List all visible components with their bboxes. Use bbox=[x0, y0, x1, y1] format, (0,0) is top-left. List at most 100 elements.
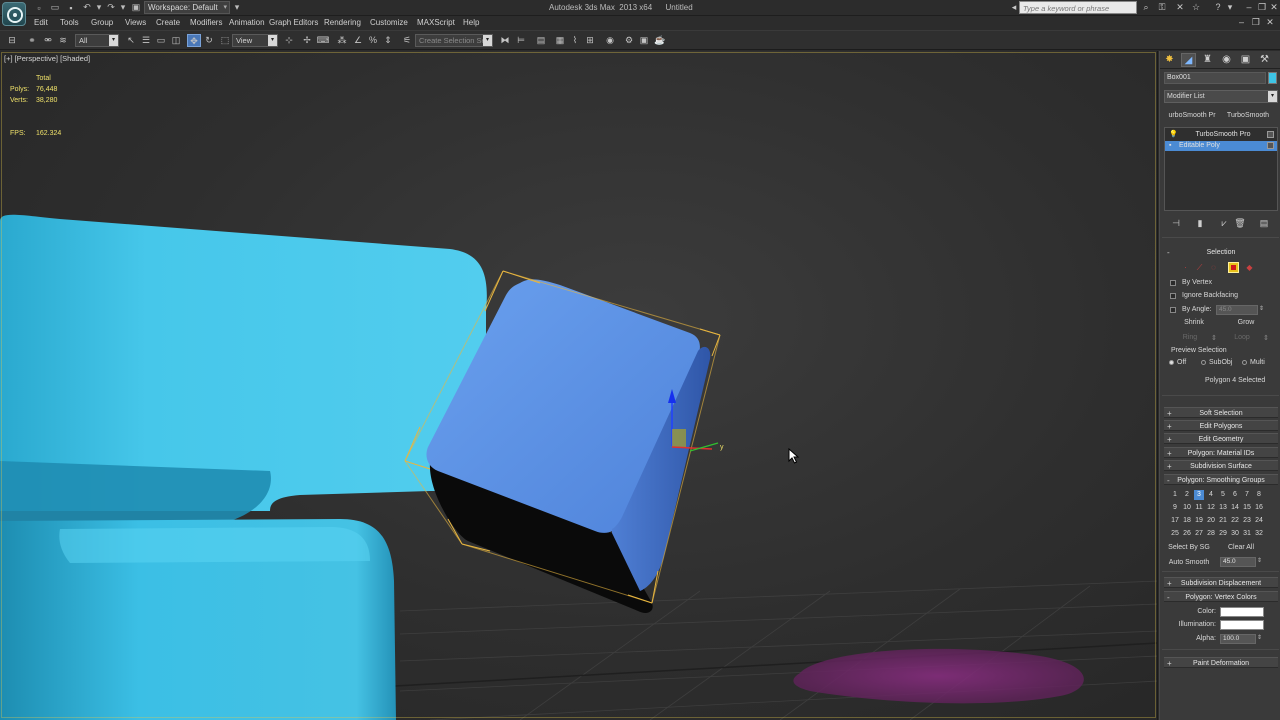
restore-icon[interactable]: ❐ bbox=[1250, 17, 1262, 28]
menu-views[interactable]: Views bbox=[125, 18, 146, 27]
menu-modifiers[interactable]: Modifiers bbox=[190, 18, 222, 27]
smoothing-group-5[interactable]: 5 bbox=[1218, 490, 1228, 500]
viewport-label-menu[interactable]: [+] [Perspective] [Shaded] bbox=[4, 54, 90, 63]
help-icon[interactable]: ? bbox=[1212, 2, 1224, 13]
element-mode-icon[interactable]: ◆ bbox=[1244, 262, 1255, 273]
menu-create[interactable]: Create bbox=[156, 18, 180, 27]
lightbulb-icon[interactable]: 💡 bbox=[1169, 130, 1178, 140]
rollout-soft-selection[interactable]: + Soft Selection bbox=[1164, 407, 1278, 418]
edge-mode-icon[interactable]: ⟋ bbox=[1194, 262, 1205, 273]
named-selection-sets-dropdown[interactable]: Create Selection Se ▾ bbox=[415, 34, 493, 47]
rectangular-selection-icon[interactable]: ▭ bbox=[154, 34, 168, 47]
auto-smooth-spinner[interactable]: 45.0 ⇕ bbox=[1220, 557, 1262, 567]
favorites-star-icon[interactable]: ☆ bbox=[1190, 2, 1202, 13]
redo-dropdown-icon[interactable]: ▾ bbox=[117, 2, 129, 13]
pivot-point-center-icon[interactable]: ⊹ bbox=[282, 34, 296, 47]
smoothing-group-2[interactable]: 2 bbox=[1182, 490, 1192, 500]
select-by-name-icon[interactable]: ☰ bbox=[139, 34, 153, 47]
turbosmooth-pro-button[interactable]: urboSmooth Pr bbox=[1164, 109, 1220, 122]
object-color-swatch[interactable] bbox=[1268, 72, 1277, 84]
undo-icon[interactable]: ↶ bbox=[81, 2, 93, 13]
toolbar-grip-icon[interactable]: ⊟ bbox=[5, 34, 19, 47]
spinner-snap-icon[interactable]: ⇕ bbox=[381, 34, 395, 47]
communication-center-icon[interactable]: ✕ bbox=[1174, 2, 1186, 13]
smoothing-group-28[interactable]: 28 bbox=[1206, 529, 1216, 539]
undo-dropdown-icon[interactable]: ▾ bbox=[93, 2, 105, 13]
smoothing-group-6[interactable]: 6 bbox=[1230, 490, 1240, 500]
make-unique-icon[interactable]: ⩗ bbox=[1218, 217, 1230, 229]
motion-tab-icon[interactable]: ◉ bbox=[1219, 53, 1234, 67]
menu-help[interactable]: Help bbox=[463, 18, 479, 27]
smoothing-group-25[interactable]: 25 bbox=[1170, 529, 1180, 539]
app-menu-button[interactable] bbox=[2, 2, 26, 26]
loop-button[interactable]: Loop bbox=[1224, 332, 1260, 343]
render-setup-icon[interactable]: ⚙ bbox=[622, 34, 636, 47]
rollout-edit-geometry[interactable]: + Edit Geometry bbox=[1164, 433, 1278, 444]
spinner-arrows-icon[interactable]: ⇕ bbox=[1257, 634, 1262, 642]
mirror-icon[interactable]: ⧓ bbox=[498, 34, 512, 47]
smoothing-group-15[interactable]: 15 bbox=[1242, 503, 1252, 513]
utilities-tab-icon[interactable]: ⚒ bbox=[1257, 53, 1272, 67]
preview-multi-radio[interactable]: Multi bbox=[1242, 358, 1265, 368]
help-dropdown-icon[interactable]: ▾ bbox=[1224, 2, 1236, 13]
auto-smooth-button[interactable]: Auto Smooth bbox=[1168, 557, 1210, 568]
menu-tools[interactable]: Tools bbox=[60, 18, 79, 27]
smoothing-group-11[interactable]: 11 bbox=[1194, 503, 1204, 513]
smoothing-group-17[interactable]: 17 bbox=[1170, 516, 1180, 526]
unlink-selection-icon[interactable]: ⚮ bbox=[41, 34, 55, 47]
stack-item-editable-poly[interactable]: ▪ Editable Poly bbox=[1165, 141, 1277, 151]
smoothing-group-19[interactable]: 19 bbox=[1194, 516, 1204, 526]
preview-off-radio[interactable]: Off bbox=[1169, 358, 1186, 368]
smoothing-group-23[interactable]: 23 bbox=[1242, 516, 1252, 526]
rollout-subdivision-displacement[interactable]: + Subdivision Displacement bbox=[1164, 577, 1278, 588]
smoothing-group-10[interactable]: 10 bbox=[1182, 503, 1192, 513]
select-by-sg-button[interactable]: Select By SG bbox=[1168, 542, 1210, 553]
schematic-view-icon[interactable]: ⊞ bbox=[583, 34, 597, 47]
curve-editor-icon[interactable]: ⌇ bbox=[568, 34, 582, 47]
smoothing-group-9[interactable]: 9 bbox=[1170, 503, 1180, 513]
keyboard-shortcut-override-icon[interactable]: ⌨ bbox=[316, 34, 330, 47]
restore-icon[interactable]: ❐ bbox=[1256, 2, 1268, 13]
smoothing-group-8[interactable]: 8 bbox=[1254, 490, 1264, 500]
ring-spinner-icon[interactable]: ⇕ bbox=[1211, 334, 1217, 342]
smoothing-group-21[interactable]: 21 bbox=[1218, 516, 1228, 526]
close-icon[interactable]: ✕ bbox=[1264, 17, 1276, 28]
smoothing-group-14[interactable]: 14 bbox=[1230, 503, 1240, 513]
search-icon[interactable]: ⌕ bbox=[1140, 2, 1152, 13]
menu-graph-editors[interactable]: Graph Editors bbox=[269, 18, 318, 27]
project-folder-icon[interactable]: ▣ bbox=[130, 2, 142, 13]
rollout-edit-polygons[interactable]: + Edit Polygons bbox=[1164, 420, 1278, 431]
subscription-center-icon[interactable]: ⚿ bbox=[1156, 2, 1168, 13]
by-angle-spinner[interactable]: 45.0 ⇕ bbox=[1216, 305, 1264, 315]
perspective-viewport[interactable]: y [+] [Perspective] [Shaded] Total Polys… bbox=[0, 51, 1158, 720]
close-icon[interactable]: ✕ bbox=[1268, 2, 1280, 13]
stack-item-turbosmooth-pro[interactable]: 💡 TurboSmooth Pro bbox=[1165, 130, 1277, 140]
menu-maxscript[interactable]: MAXScript bbox=[417, 18, 455, 27]
modify-tab-icon[interactable]: ◢ bbox=[1181, 53, 1196, 67]
minimize-icon[interactable]: – bbox=[1243, 2, 1255, 13]
modifier-list-dropdown[interactable]: Modifier List ▾ bbox=[1164, 90, 1278, 103]
smoothing-group-16[interactable]: 16 bbox=[1254, 503, 1264, 513]
display-tab-icon[interactable]: ▣ bbox=[1238, 53, 1253, 67]
select-object-icon[interactable]: ↖ bbox=[124, 34, 138, 47]
help-search-input[interactable]: Type a keyword or phrase bbox=[1019, 1, 1137, 14]
stack-item-checkbox[interactable] bbox=[1267, 142, 1274, 149]
create-tab-icon[interactable]: ✸ bbox=[1162, 53, 1177, 67]
bind-to-space-warp-icon[interactable]: ≋ bbox=[56, 34, 70, 47]
smoothing-group-22[interactable]: 22 bbox=[1230, 516, 1240, 526]
hierarchy-tab-icon[interactable]: ♜ bbox=[1200, 53, 1215, 67]
menu-customize[interactable]: Customize bbox=[370, 18, 408, 27]
layer-manager-icon[interactable]: ▤ bbox=[534, 34, 548, 47]
alpha-spinner[interactable]: 100.0 ⇕ bbox=[1220, 634, 1262, 644]
rollout-subdivision-surface[interactable]: + Subdivision Surface bbox=[1164, 460, 1278, 471]
select-and-rotate-icon[interactable]: ↻ bbox=[202, 34, 216, 47]
spinner-arrows-icon[interactable]: ⇕ bbox=[1257, 557, 1262, 565]
spinner-arrows-icon[interactable]: ⇕ bbox=[1259, 305, 1264, 313]
reference-coordinate-dropdown[interactable]: View ▾ bbox=[232, 34, 278, 47]
select-and-manipulate-icon[interactable]: ✢ bbox=[300, 34, 314, 47]
menu-rendering[interactable]: Rendering bbox=[324, 18, 361, 27]
render-production-icon[interactable]: ☕ bbox=[653, 34, 667, 47]
turbosmooth-button[interactable]: TurboSmooth bbox=[1220, 109, 1276, 122]
menu-animation[interactable]: Animation bbox=[229, 18, 265, 27]
shrink-button[interactable]: Shrink bbox=[1172, 317, 1216, 328]
